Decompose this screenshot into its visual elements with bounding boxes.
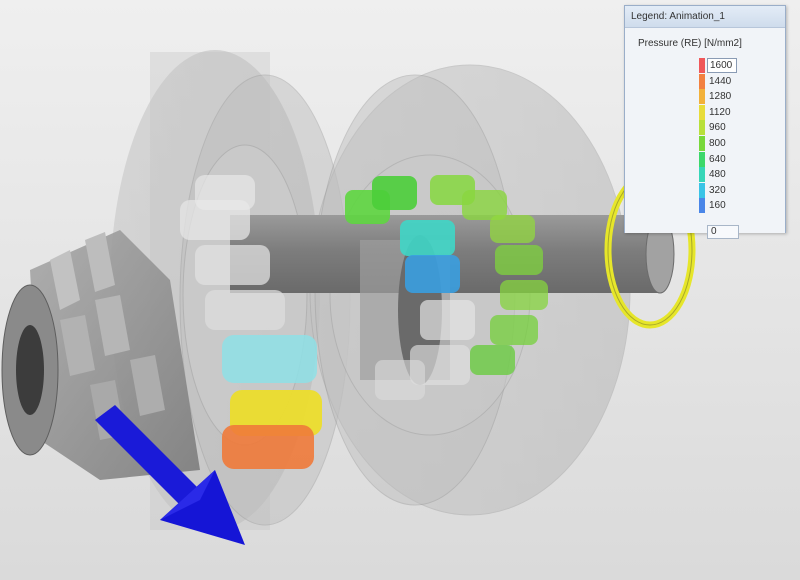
legend-row: 960 xyxy=(699,120,779,135)
legend-value: 160 xyxy=(709,198,726,213)
legend-row: 480 xyxy=(699,167,779,182)
legend-body: Pressure (RE) [N/mm2] 160014401280112096… xyxy=(625,28,785,233)
legend-swatch xyxy=(699,183,705,198)
legend-swatch xyxy=(699,58,705,73)
legend-window[interactable]: Legend: Animation_1 Pressure (RE) [N/mm2… xyxy=(624,5,786,233)
legend-swatch xyxy=(699,120,705,135)
roller-cyan xyxy=(222,335,317,383)
legend-row: 160 xyxy=(699,198,779,213)
legend-swatch xyxy=(699,89,705,104)
legend-value: 1440 xyxy=(709,74,731,89)
legend-value: 960 xyxy=(709,120,726,135)
legend-value: 480 xyxy=(709,167,726,182)
legend-value: 1120 xyxy=(709,105,731,120)
legend-swatch xyxy=(699,136,705,151)
legend-swatch xyxy=(699,74,705,89)
roller-orange xyxy=(222,425,314,469)
legend-swatch xyxy=(699,198,705,213)
legend-value: 320 xyxy=(709,183,726,198)
legend-row: 800 xyxy=(699,136,779,151)
legend-row: 1440 xyxy=(699,74,779,89)
legend-row: 1280 xyxy=(699,89,779,104)
legend-value[interactable]: 1600 xyxy=(707,58,737,73)
legend-swatch xyxy=(699,167,705,182)
legend-value: 640 xyxy=(709,152,726,167)
legend-row: 1120 xyxy=(699,105,779,120)
legend-row: 1600 xyxy=(699,58,779,73)
legend-value: 1280 xyxy=(709,89,731,104)
legend-titlebar[interactable]: Legend: Animation_1 xyxy=(625,6,785,28)
legend-row: 320 xyxy=(699,183,779,198)
legend-title: Legend: Animation_1 xyxy=(631,11,725,22)
legend-swatch xyxy=(699,105,705,120)
legend-swatch xyxy=(699,152,705,167)
legend-value: 800 xyxy=(709,136,726,151)
legend-row: 640 xyxy=(699,152,779,167)
legend-heading: Pressure (RE) [N/mm2] xyxy=(638,38,742,49)
legend-min-field[interactable]: 0 xyxy=(707,225,739,239)
